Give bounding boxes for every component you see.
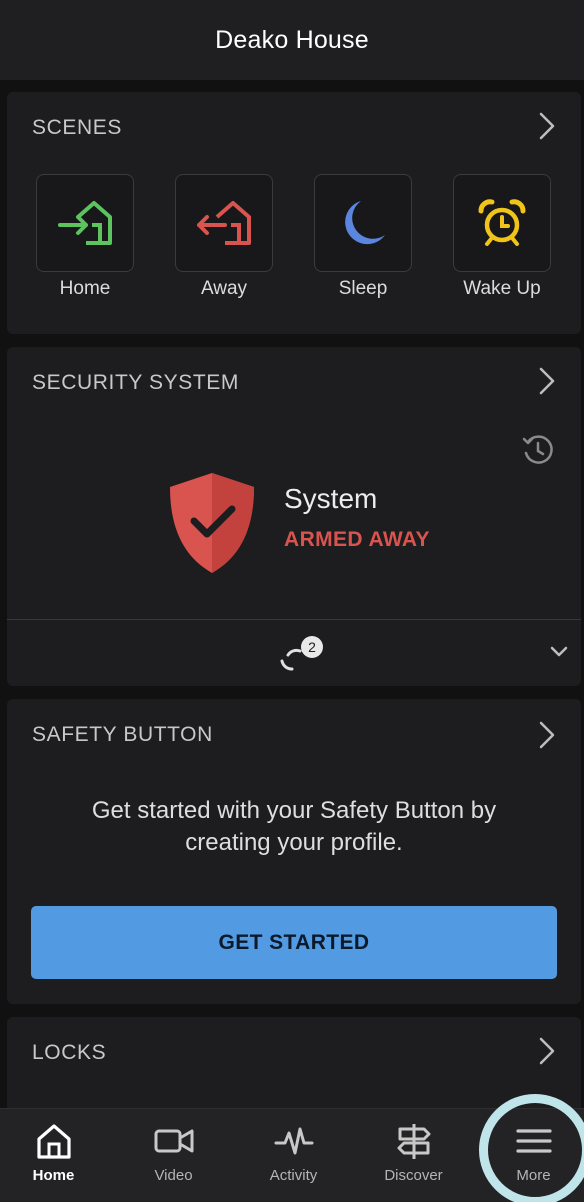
tab-video[interactable]: Video: [115, 1109, 232, 1202]
chevron-right-icon[interactable]: [539, 112, 555, 140]
chevron-down-icon[interactable]: [549, 645, 569, 659]
get-started-button[interactable]: GET STARTED: [31, 906, 557, 979]
scene-wake-up[interactable]: Wake Up: [453, 174, 551, 300]
shield-check-icon: [170, 473, 254, 573]
scene-label: Sleep: [338, 278, 388, 299]
scenes-title: SCENES: [32, 116, 122, 139]
chevron-right-icon[interactable]: [539, 367, 555, 395]
scene-wake-up-tile[interactable]: [453, 174, 551, 272]
home-enter-icon: [58, 201, 112, 245]
scene-label: Wake Up: [463, 278, 541, 299]
chevron-right-icon[interactable]: [539, 1037, 555, 1065]
tab-discover[interactable]: Discover: [355, 1109, 472, 1202]
signpost-icon: [397, 1124, 430, 1159]
security-card[interactable]: SECURITY SYSTEM System ARMED AWAY 2: [7, 347, 581, 686]
scene-label: Home: [59, 278, 111, 299]
scene-label: Away: [200, 278, 248, 299]
chevron-right-icon[interactable]: [539, 721, 555, 749]
scene-sleep-tile[interactable]: [314, 174, 412, 272]
tab-home[interactable]: Home: [0, 1109, 112, 1202]
sync-icon[interactable]: 2: [276, 635, 328, 675]
tab-activity[interactable]: Activity: [235, 1109, 352, 1202]
alarm-clock-icon: [478, 199, 526, 246]
tab-label: Home: [32, 1167, 75, 1184]
divider: [7, 619, 581, 620]
tab-label: Activity: [269, 1167, 318, 1184]
moon-icon: [345, 201, 385, 245]
tab-label: Discover: [384, 1167, 443, 1184]
scene-away[interactable]: Away: [175, 174, 273, 300]
security-title: SECURITY SYSTEM: [32, 371, 239, 394]
more-highlight-ring: [479, 1094, 584, 1202]
scenes-card[interactable]: SCENES Home Away Sleep Wake Up: [7, 92, 581, 334]
sync-badge: 2: [308, 639, 316, 655]
scene-away-tile[interactable]: [175, 174, 273, 272]
safety-button-card[interactable]: SAFETY BUTTON Get started with your Safe…: [7, 699, 581, 1004]
history-icon[interactable]: [521, 433, 555, 467]
system-status: ARMED AWAY: [284, 528, 430, 551]
app-header: Deako House: [0, 0, 584, 80]
page-title: Deako House: [215, 25, 369, 54]
scene-home[interactable]: Home: [36, 174, 134, 300]
pulse-icon: [274, 1127, 313, 1155]
scene-sleep[interactable]: Sleep: [314, 174, 412, 300]
scene-home-tile[interactable]: [36, 174, 134, 272]
video-camera-icon: [154, 1129, 193, 1153]
system-label: System: [284, 483, 378, 514]
house-icon: [36, 1124, 71, 1159]
home-exit-icon: [197, 201, 251, 245]
tab-label: Video: [154, 1167, 193, 1184]
safety-description: Get started with your Safety Button by c…: [91, 797, 497, 856]
safety-title: SAFETY BUTTON: [32, 723, 213, 746]
locks-title: LOCKS: [32, 1041, 107, 1064]
